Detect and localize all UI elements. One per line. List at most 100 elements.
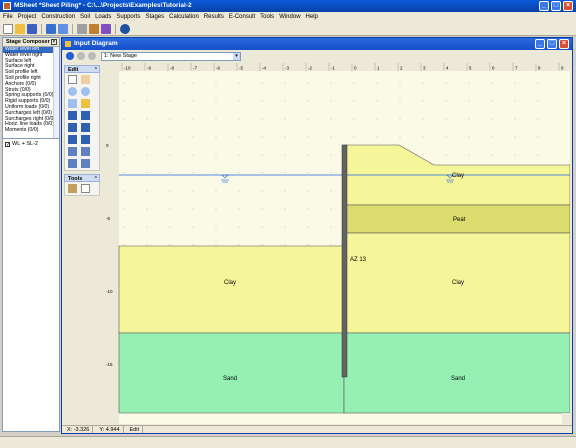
diagram-icon: [65, 41, 71, 47]
menu-project[interactable]: Project: [18, 12, 37, 22]
tool-column: Edit ⌃ Tools ⌃: [64, 65, 100, 423]
input-diagram-canvas[interactable]: -10 -9 -8 -7 -6 -5 -4 -3 -2 -1 0 1 2 3 4 5 6 7 8 9 0-5-10-1…: [104, 63, 570, 424]
edit-group-title[interactable]: Edit ⌃: [64, 65, 100, 73]
ruler-tick-label: -8: [170, 66, 174, 71]
ruler-tick-label: -5: [106, 216, 110, 221]
menu-tools[interactable]: Tools: [260, 12, 274, 22]
zoom-rect-icon[interactable]: [81, 99, 90, 108]
cursor-x: X: -3.326: [64, 426, 94, 433]
clay-left-layer: [118, 245, 345, 334]
input-diagram-title: Input Diagram: [74, 40, 118, 47]
main-toolbar: [0, 22, 576, 36]
delete-icon[interactable]: [81, 147, 90, 156]
ruler-tick-label: -3: [285, 66, 289, 71]
checkbox-icon[interactable]: ✓: [5, 141, 10, 147]
cursor-y: Y: 4.944: [96, 426, 124, 433]
add-surcharge-icon[interactable]: [68, 135, 77, 144]
menu-econsult[interactable]: E-Consult: [229, 12, 255, 22]
zoom-in-icon[interactable]: [68, 87, 77, 96]
peat-right-label: Peat: [453, 217, 466, 223]
menu-loads[interactable]: Loads: [95, 12, 111, 22]
ruler-tick-label: -10: [124, 66, 131, 71]
input-diagram-window: Input Diagram _ □ × 1: New Stage ▾ Edit ⌃: [61, 37, 573, 434]
sand-left-layer: [118, 332, 345, 414]
maximize-button[interactable]: □: [551, 1, 561, 11]
sand-right-layer: [343, 332, 570, 414]
chevron-down-icon[interactable]: ▾: [233, 52, 240, 60]
sheet-pile: [341, 144, 348, 378]
clay-right-top-label: Clay: [452, 173, 464, 179]
tools-group: [64, 182, 100, 196]
ruler-tick-label: -5: [239, 66, 243, 71]
calculate-icon[interactable]: [89, 24, 99, 34]
report-icon[interactable]: [101, 24, 111, 34]
ruler-tick-label: -1: [331, 66, 335, 71]
list-scrollbar[interactable]: [53, 47, 59, 138]
vertical-ruler: [104, 71, 119, 424]
add-level-icon[interactable]: [68, 147, 77, 156]
previous-stage-icon[interactable]: [77, 52, 85, 60]
properties-icon[interactable]: [77, 24, 87, 34]
child-maximize-button[interactable]: □: [547, 39, 557, 49]
menu-bar: File Project Construction Soil Loads Sup…: [0, 12, 576, 22]
ruler-tick-label: -6: [216, 66, 220, 71]
tools-group-title[interactable]: Tools ⌃: [64, 174, 100, 182]
menu-calculation[interactable]: Calculation: [169, 12, 199, 22]
undo-icon[interactable]: [68, 159, 77, 168]
ruler-tick-label: -2: [308, 66, 312, 71]
menu-file[interactable]: File: [3, 12, 13, 22]
menu-supports[interactable]: Supports: [116, 12, 140, 22]
stage-select[interactable]: 1: New Stage ▾: [101, 51, 241, 61]
close-button[interactable]: ×: [563, 1, 573, 11]
pan-icon[interactable]: [81, 75, 90, 84]
add-load-icon[interactable]: [81, 123, 90, 132]
child-close-button[interactable]: ×: [559, 39, 569, 49]
ruler-tick-label: -15: [106, 362, 113, 367]
ruler-tick-label: -4: [262, 66, 266, 71]
ruler-tick-label: -10: [106, 289, 113, 294]
pin-icon[interactable]: ᵖ: [51, 39, 57, 45]
menu-soil[interactable]: Soil: [80, 12, 90, 22]
menu-stages[interactable]: Stages: [145, 12, 164, 22]
child-minimize-button[interactable]: _: [535, 39, 545, 49]
stage-composer-list: Water level left Water level right Surfa…: [3, 47, 59, 139]
select-icon[interactable]: [68, 75, 77, 84]
info-icon[interactable]: [81, 184, 90, 193]
open-folder-icon[interactable]: [15, 24, 25, 34]
list-item[interactable]: Moments (0/0): [3, 127, 59, 134]
menu-results[interactable]: Results: [204, 12, 224, 22]
stage-composer-title: Stage Composer ᵖ: [3, 38, 59, 47]
new-file-icon[interactable]: [3, 24, 13, 34]
add-anchor-icon[interactable]: [68, 111, 77, 120]
stage-composer-panel: Stage Composer ᵖ Water level left Water …: [2, 37, 60, 432]
diagram-status-bar: X: -3.326 Y: 4.944 Edit: [62, 425, 572, 433]
add-spring-icon[interactable]: [68, 123, 77, 132]
add-moment-icon[interactable]: [81, 135, 90, 144]
sand-left-label: Sand: [223, 376, 237, 382]
app-title: MSheet *Sheet Piling* - C:\...\Projects\…: [14, 2, 192, 9]
save-icon[interactable]: [27, 24, 37, 34]
zoom-limits-icon[interactable]: [68, 99, 77, 108]
help-icon[interactable]: [120, 24, 130, 34]
edit-mode: Edit: [127, 426, 143, 433]
zoom-out-icon[interactable]: [81, 87, 90, 96]
next-stage-icon[interactable]: [88, 52, 96, 60]
first-stage-icon[interactable]: [66, 52, 74, 60]
clay-right-label: Clay: [452, 280, 464, 286]
view-input-icon[interactable]: [46, 24, 56, 34]
sheet-pile-label: AZ 13: [350, 257, 367, 263]
sand-right-label: Sand: [451, 376, 465, 382]
minimize-button[interactable]: _: [539, 1, 549, 11]
view-output-icon[interactable]: [58, 24, 68, 34]
menu-window[interactable]: Window: [279, 12, 300, 22]
input-diagram-title-bar: Input Diagram _ □ ×: [62, 38, 572, 50]
stage-bar: 1: New Stage ▾: [62, 50, 572, 62]
ruler-icon[interactable]: [68, 184, 77, 193]
menu-help[interactable]: Help: [306, 12, 318, 22]
ruler-tick-label: -9: [147, 66, 151, 71]
redo-icon[interactable]: [81, 159, 90, 168]
app-status-bar: [0, 436, 576, 448]
menu-construction[interactable]: Construction: [41, 12, 75, 22]
stage-tree-item[interactable]: ✓ WL + SL-2: [3, 139, 59, 149]
add-strut-icon[interactable]: [81, 111, 90, 120]
